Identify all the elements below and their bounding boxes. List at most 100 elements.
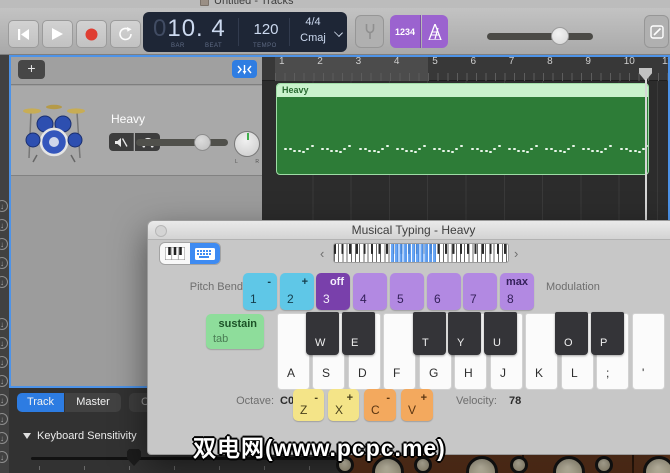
plugin-knob[interactable] <box>643 456 670 473</box>
lcd-beat-value: 4 <box>211 15 225 42</box>
download-icon[interactable]: ↓ <box>0 238 8 250</box>
key-octave-up[interactable]: + X <box>328 389 359 421</box>
lcd-chevron-down-icon[interactable] <box>334 28 343 37</box>
black-key-Y[interactable]: Y <box>448 312 481 355</box>
catch-playhead-button[interactable] <box>232 60 257 78</box>
go-to-beginning-button[interactable] <box>8 20 39 48</box>
master-volume-slider[interactable] <box>487 33 593 40</box>
download-icon[interactable]: ↓ <box>0 276 8 288</box>
download-icon[interactable]: ↓ <box>0 375 8 387</box>
plugin-knob[interactable] <box>553 456 585 473</box>
lcd-beat-label: BEAT <box>205 43 222 49</box>
window-titlebar: Untitled - Tracks <box>0 0 670 8</box>
count-in-label: 1234 <box>395 27 415 37</box>
black-key-E[interactable]: E <box>342 312 375 355</box>
piano-mode-button[interactable] <box>160 243 190 264</box>
lcd-tempo-value: 120 <box>242 21 290 38</box>
keyboard-sensitivity-thumb[interactable] <box>127 449 141 466</box>
record-icon <box>85 28 98 41</box>
key-modulation-max[interactable]: max 8 <box>500 273 534 310</box>
octave-range-right-arrow[interactable]: › <box>514 246 518 261</box>
key-modulation-6[interactable]: 6 <box>427 273 461 310</box>
tab-track[interactable]: Track <box>17 393 64 412</box>
download-icon[interactable]: ↓ <box>0 451 8 463</box>
black-key-O[interactable]: O <box>555 312 588 355</box>
octave-range-left-arrow[interactable]: ‹ <box>320 246 324 261</box>
white-key-K[interactable]: K <box>525 313 558 390</box>
ruler-bar-number: 5 <box>432 56 438 67</box>
ruler-subticks <box>275 73 670 81</box>
download-icon[interactable]: ↓ <box>0 200 8 212</box>
ruler-bar-number: 9 <box>585 56 591 67</box>
keyboard-sensitivity-header[interactable]: Keyboard Sensitivity <box>23 430 137 442</box>
disclosure-triangle-icon <box>23 433 31 439</box>
black-key-U[interactable]: U <box>484 312 517 355</box>
metronome-button[interactable] <box>422 15 448 48</box>
slider-tick <box>84 466 85 470</box>
lcd-tempo-label: TEMPO <box>253 43 277 49</box>
count-in-button[interactable]: 1234 <box>390 15 421 48</box>
cycle-icon <box>118 27 133 41</box>
lcd-time-signature: 4/4 <box>291 16 335 28</box>
watermark: 双电网(www.pcpc.me) <box>193 429 446 463</box>
white-key-apostrophe[interactable]: ' <box>632 313 665 390</box>
plugin-knob[interactable] <box>466 456 498 473</box>
bar-ruler[interactable]: 1234567891011 <box>262 55 670 81</box>
download-icon[interactable]: ↓ <box>0 219 8 231</box>
lcd-bar-value: 10. <box>167 15 203 42</box>
midi-region-heavy[interactable]: Heavy <box>276 83 649 175</box>
mute-button[interactable] <box>109 133 134 151</box>
musical-typing-titlebar[interactable]: Musical Typing - Heavy <box>148 221 670 240</box>
ruler-bar-number: 6 <box>471 56 477 67</box>
black-key-W[interactable]: W <box>306 312 339 355</box>
velocity-label: Velocity: <box>456 395 497 407</box>
key-pitchbend-up[interactable]: + 2 <box>280 273 314 310</box>
track-volume-thumb[interactable] <box>194 134 211 151</box>
play-icon <box>52 28 63 40</box>
track-row-heavy[interactable]: Heavy <box>9 86 262 176</box>
keyboard-overview[interactable] <box>333 243 509 263</box>
key-modulation-off[interactable]: off 3 <box>316 273 350 310</box>
velocity-value: 78 <box>509 395 521 407</box>
black-key-T[interactable]: T <box>413 312 446 355</box>
download-icon[interactable]: ↓ <box>0 356 8 368</box>
key-velocity-up[interactable]: + V <box>401 389 433 421</box>
plugin-knob[interactable] <box>510 456 528 473</box>
master-volume-thumb[interactable] <box>551 27 569 45</box>
add-track-button[interactable]: + <box>18 60 45 79</box>
active-octave-highlight[interactable] <box>390 244 436 262</box>
tuner-button[interactable] <box>355 15 384 48</box>
key-modulation-5[interactable]: 5 <box>390 273 424 310</box>
musical-typing-window[interactable]: Musical Typing - Heavy <box>147 220 670 455</box>
cycle-button[interactable] <box>110 20 141 48</box>
key-modulation-7[interactable]: 7 <box>463 273 497 310</box>
tab-master[interactable]: Master <box>65 393 121 412</box>
track-volume-slider[interactable] <box>136 139 228 146</box>
key-velocity-down[interactable]: - C <box>364 389 396 421</box>
pan-knob[interactable]: L R <box>234 131 260 157</box>
download-icon[interactable]: ↓ <box>0 337 8 349</box>
download-icon[interactable]: ↓ <box>0 257 8 269</box>
white-key-F[interactable]: F <box>383 313 416 390</box>
download-icon[interactable]: ↓ <box>0 432 8 444</box>
key-pitchbend-down[interactable]: - 1 <box>243 273 277 310</box>
plugin-knob[interactable] <box>595 456 613 473</box>
ruler-bar-number: 10 <box>624 56 635 67</box>
computer-keyboard-icon <box>195 248 215 260</box>
download-icon[interactable]: ↓ <box>0 413 8 425</box>
typing-mode-button[interactable] <box>190 243 220 264</box>
key-sustain[interactable]: sustain tab <box>206 314 264 349</box>
slider-tick <box>39 466 40 470</box>
download-icon[interactable]: ↓ <box>0 318 8 330</box>
notepad-button[interactable] <box>644 15 669 48</box>
key-modulation-4[interactable]: 4 <box>353 273 387 310</box>
black-key-P[interactable]: P <box>591 312 624 355</box>
download-icon[interactable]: ↓ <box>0 394 8 406</box>
record-button[interactable] <box>76 20 107 48</box>
lcd-display[interactable]: 010. 4 BAR BEAT 120 TEMPO 4/4 Cmaj <box>143 12 347 52</box>
ruler-bar-number: 8 <box>547 56 553 67</box>
key-octave-down[interactable]: - Z <box>293 389 324 421</box>
play-button[interactable] <box>42 20 73 48</box>
go-to-beginning-icon <box>17 29 30 40</box>
lcd-bar-label: BAR <box>171 43 185 49</box>
